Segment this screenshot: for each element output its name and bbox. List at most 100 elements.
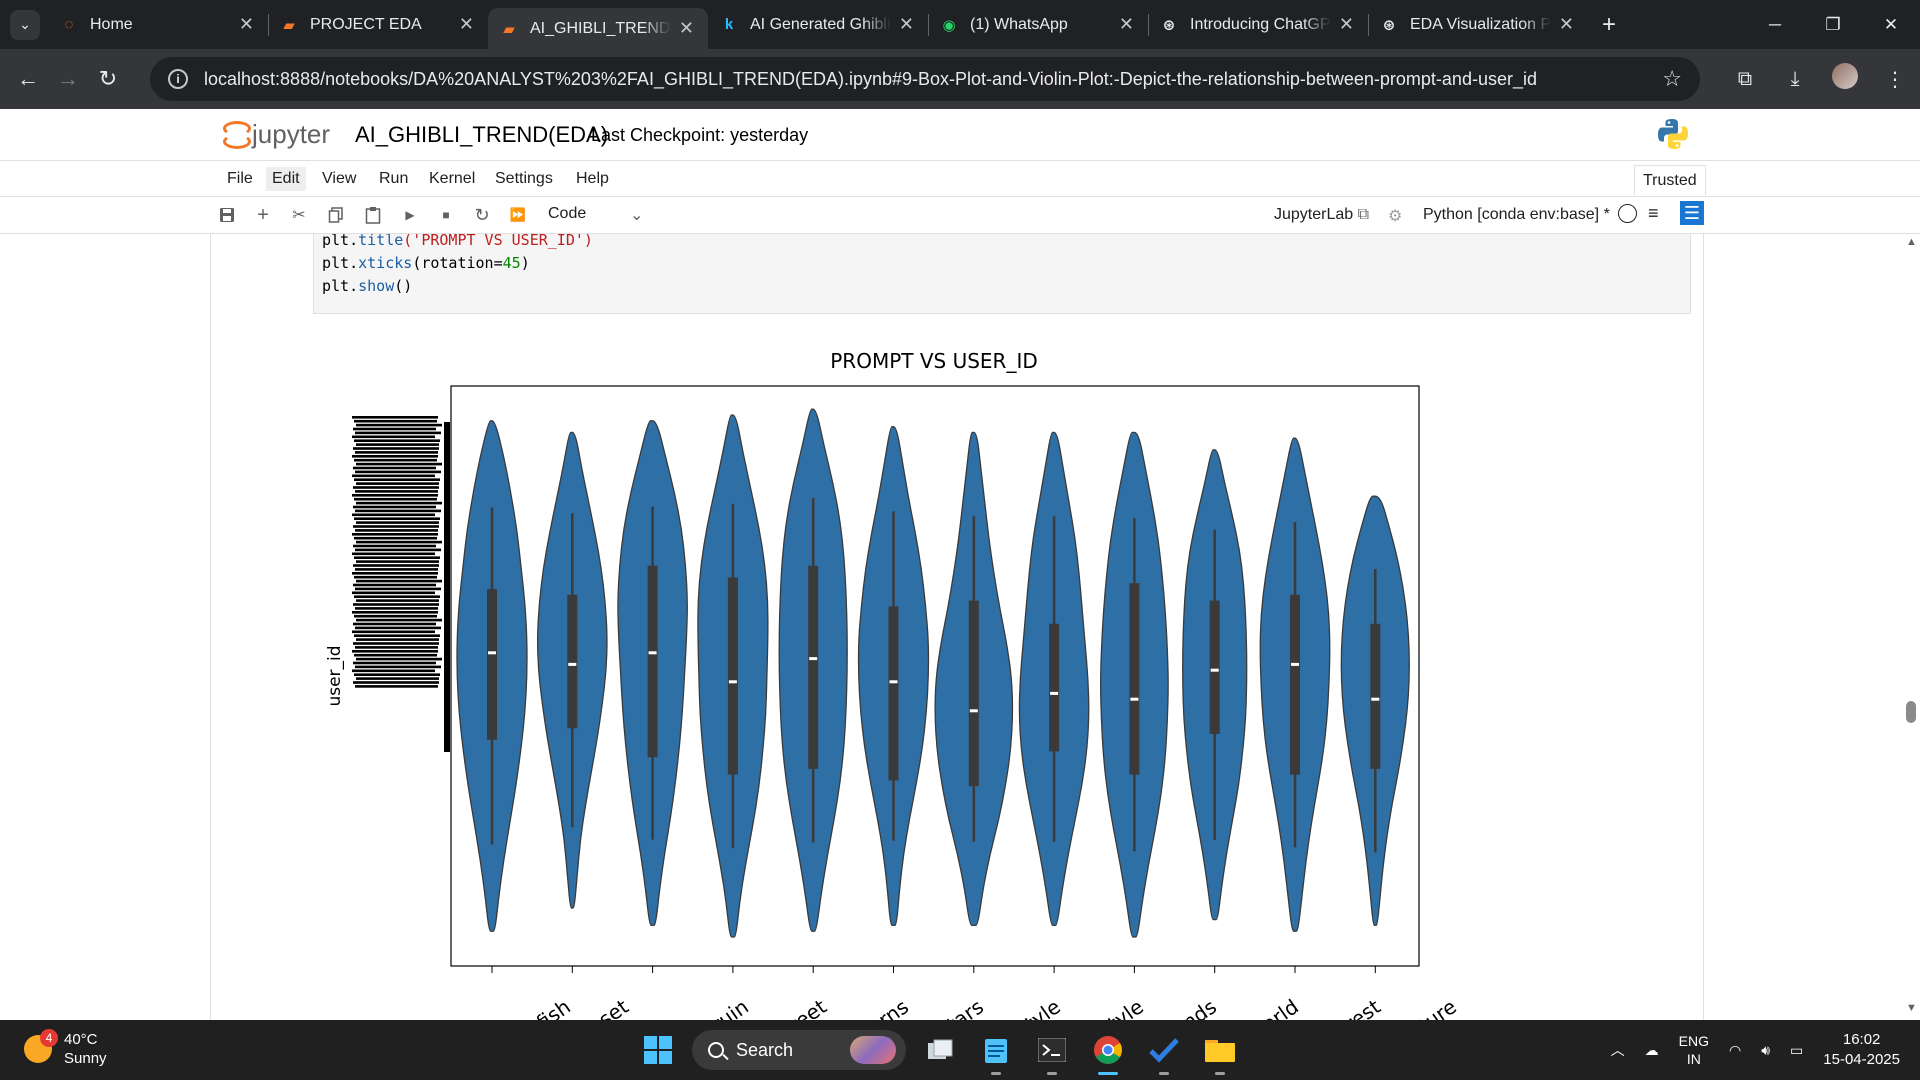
browser-tab[interactable]: ⊛ Introducing ChatGPT ✕ xyxy=(1148,0,1368,49)
overlapping-ytick-label xyxy=(354,614,437,618)
overlapping-ytick-label xyxy=(353,544,436,548)
restore-button[interactable]: ❐ xyxy=(1804,0,1862,49)
back-button[interactable]: ← xyxy=(8,66,48,92)
vertical-scrollbar[interactable]: ▲ ▼ xyxy=(1902,234,1920,1020)
browser-tab[interactable]: ◉ (1) WhatsApp ✕ xyxy=(928,0,1148,49)
cell-type-select[interactable]: Code ⌄ xyxy=(548,205,643,224)
browser-tab[interactable]: ▰ AI_GHIBLI_TREND(EDA) ✕ xyxy=(488,8,708,49)
toc-list-icon[interactable]: ≡ xyxy=(1648,203,1659,224)
run-cell-icon[interactable]: ▶ xyxy=(400,205,420,225)
kernel-name[interactable]: Python [conda env:base] * xyxy=(1423,206,1610,224)
clock-date: 15-04-2025 xyxy=(1823,1051,1900,1068)
overlapping-ytick-label xyxy=(356,521,439,524)
terminal-icon[interactable] xyxy=(1030,1028,1074,1075)
scrollbar-thumb[interactable] xyxy=(1906,701,1916,723)
battery-icon[interactable]: ▭ xyxy=(1790,1042,1803,1059)
menu-help[interactable]: Help xyxy=(570,167,615,191)
chrome-icon[interactable] xyxy=(1086,1028,1130,1075)
notebook-icon: ▰ xyxy=(283,16,295,34)
close-tab-icon[interactable]: ✕ xyxy=(239,14,254,35)
close-tab-icon[interactable]: ✕ xyxy=(1339,14,1354,35)
close-tab-icon[interactable]: ✕ xyxy=(459,14,474,35)
onedrive-icon[interactable]: ☁ xyxy=(1645,1042,1659,1059)
insert-cell-icon[interactable]: + xyxy=(253,204,273,226)
scroll-up-icon[interactable]: ▲ xyxy=(1906,236,1917,248)
forward-button[interactable]: → xyxy=(48,66,88,92)
menu-run[interactable]: Run xyxy=(373,167,414,191)
overlapping-ytick-label xyxy=(354,517,440,520)
interrupt-kernel-icon[interactable]: ■ xyxy=(436,205,456,225)
language-indicator[interactable]: ENG IN xyxy=(1679,1032,1709,1068)
tab-title: EDA Visualization Practice xyxy=(1410,15,1551,33)
paste-icon[interactable] xyxy=(363,205,383,225)
profile-avatar[interactable] xyxy=(1820,63,1870,95)
notepad-icon[interactable] xyxy=(974,1028,1018,1075)
volume-icon[interactable]: 🔊︎ xyxy=(1761,1042,1770,1059)
site-info-icon[interactable]: i xyxy=(168,69,188,89)
trusted-indicator[interactable]: Trusted xyxy=(1634,165,1706,195)
browser-tab[interactable]: ◌ Home ✕ xyxy=(48,0,268,49)
download-icon[interactable]: ⤓ xyxy=(1770,68,1820,91)
wifi-icon[interactable]: ◠ xyxy=(1729,1042,1741,1059)
overlapping-ytick-label xyxy=(356,482,439,485)
overlapping-ytick-label xyxy=(352,416,438,419)
overlapping-ytick-label xyxy=(353,564,439,567)
cut-icon[interactable]: ✂ xyxy=(289,205,309,225)
browser-tab[interactable]: ▰ PROJECT EDA ✕ xyxy=(268,0,488,49)
address-bar[interactable]: i localhost:8888/notebooks/DA%20ANALYST%… xyxy=(150,57,1700,101)
taskbar-search[interactable]: Search xyxy=(692,1030,906,1070)
property-inspector-icon[interactable]: ☰ xyxy=(1680,201,1704,225)
kernel-status-icon xyxy=(1618,204,1637,223)
overlapping-ytick-label xyxy=(352,572,438,575)
browser-tab[interactable]: ⊛ EDA Visualization Practice ✕ xyxy=(1368,0,1588,49)
violin-median xyxy=(488,651,496,655)
close-window-button[interactable]: ✕ xyxy=(1862,0,1920,49)
menu-file[interactable]: File xyxy=(221,167,259,191)
new-tab-button[interactable]: + xyxy=(1602,11,1616,39)
restart-run-all-icon[interactable]: ⏩ xyxy=(508,205,528,225)
close-tab-icon[interactable]: ✕ xyxy=(679,18,694,39)
chevron-up-icon[interactable]: ︿ xyxy=(1611,1040,1625,1060)
overlapping-ytick-label xyxy=(352,474,435,478)
menu-edit[interactable]: Edit xyxy=(266,167,306,191)
x-tick-label: li style xyxy=(1080,994,1147,1020)
reload-button[interactable]: ↻ xyxy=(88,66,128,92)
tab-list: ◌ Home ✕ ▰ PROJECT EDA ✕ ▰ AI_GHIBLI_TREND(EDA)… xyxy=(48,0,1588,49)
copy-icon[interactable] xyxy=(326,205,346,225)
chart-title: PROMPT VS USER_ID xyxy=(830,349,1038,373)
overlapping-ytick-label xyxy=(356,579,442,583)
save-icon[interactable] xyxy=(217,205,237,225)
weather-widget[interactable]: 4 40°C Sunny xyxy=(24,1029,107,1068)
file-explorer-icon[interactable] xyxy=(1198,1028,1242,1075)
extensions-icon[interactable]: ⧉ xyxy=(1720,68,1770,91)
bookmark-star-icon[interactable]: ☆ xyxy=(1662,66,1682,92)
tab-title: Introducing ChatGPT xyxy=(1190,15,1331,33)
tab-search-button[interactable]: ⌄ xyxy=(10,9,40,40)
todo-icon[interactable] xyxy=(1142,1028,1186,1075)
task-view-icon[interactable] xyxy=(918,1028,962,1072)
restart-kernel-icon[interactable]: ↻ xyxy=(472,205,492,225)
x-tick-label: eature xyxy=(1394,994,1461,1020)
start-icon[interactable] xyxy=(636,1028,680,1072)
kernel-gear-icon[interactable]: ⚙ xyxy=(1388,206,1402,226)
browser-menu-icon[interactable]: ⋮ xyxy=(1870,67,1920,92)
violin-median xyxy=(1371,697,1380,701)
jupyter-logo[interactable]: jupyter xyxy=(222,119,330,150)
notebook-title[interactable]: AI_GHIBLI_TREND(EDA) xyxy=(355,122,608,148)
menu-view[interactable]: View xyxy=(316,167,362,191)
system-clock[interactable]: 16:02 15-04-2025 xyxy=(1823,1030,1900,1070)
minimize-button[interactable]: ─ xyxy=(1746,0,1804,49)
url-text: localhost:8888/notebooks/DA%20ANALYST%20… xyxy=(204,68,1537,89)
close-tab-icon[interactable]: ✕ xyxy=(899,14,914,35)
search-highlight-icon xyxy=(850,1036,896,1064)
menu-kernel[interactable]: Kernel xyxy=(423,167,481,191)
scroll-down-icon[interactable]: ▼ xyxy=(1906,1002,1917,1014)
x-tick-labels: nt fishsunset ed ruin street nternsg stars l… xyxy=(510,994,1461,1020)
close-tab-icon[interactable]: ✕ xyxy=(1559,14,1574,35)
close-tab-icon[interactable]: ✕ xyxy=(1119,14,1134,35)
jupyterlab-link[interactable]: JupyterLab ⧉ xyxy=(1274,206,1369,224)
overlapping-ytick-label xyxy=(355,529,438,532)
menu-settings[interactable]: Settings xyxy=(489,167,559,191)
browser-tab[interactable]: k AI Generated Ghibli Style ✕ xyxy=(708,0,928,49)
notebook-toolbar: + ✂ ▶ ■ ↻ ⏩ Code ⌄ JupyterLab ⧉ ⚙ Python… xyxy=(0,197,1920,234)
